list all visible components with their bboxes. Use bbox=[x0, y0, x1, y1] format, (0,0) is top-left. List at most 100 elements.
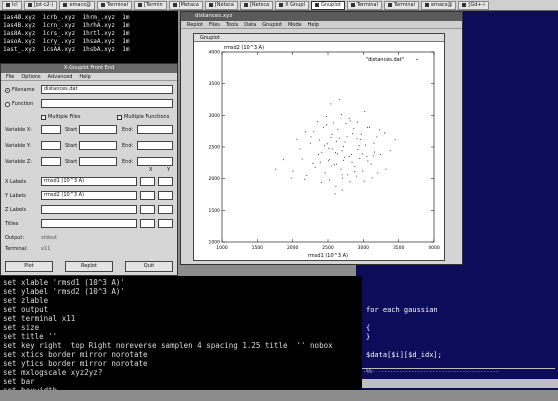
scatter-plot: 1000 1500 2000 2500 3000 3500 4000 1000 1500 2000… bbox=[209, 45, 440, 259]
taskbar-button[interactable]: [jot-c2-) bbox=[23, 0, 58, 10]
data-point bbox=[304, 131, 306, 133]
data-point bbox=[340, 114, 342, 116]
x-labels-y-input[interactable] bbox=[158, 177, 173, 186]
taskbar-button[interactable]: Icl bbox=[2, 0, 22, 10]
variable-y-input[interactable] bbox=[41, 141, 61, 150]
filename-radio[interactable] bbox=[5, 88, 10, 93]
variable-z-end-input[interactable] bbox=[137, 157, 173, 166]
titles-x-input[interactable] bbox=[140, 219, 155, 228]
x-labels-input[interactable]: rmsd1 (10^3 A) bbox=[41, 177, 137, 186]
menu-item[interactable]: Options bbox=[21, 73, 40, 80]
z-labels-x-input[interactable] bbox=[140, 205, 155, 214]
taskbar-button[interactable]: emacs@ bbox=[59, 0, 95, 10]
menu-item[interactable]: Help bbox=[308, 21, 319, 28]
data-point bbox=[312, 162, 314, 165]
function-radio[interactable] bbox=[5, 102, 10, 107]
taskbar-button[interactable]: [Netsca bbox=[204, 0, 238, 10]
taskbar-button-label: emacs@ bbox=[69, 2, 91, 8]
taskbar-button[interactable]: [Metaca bbox=[168, 0, 203, 10]
data-point bbox=[322, 126, 325, 128]
data-point bbox=[370, 163, 372, 165]
data-point bbox=[328, 159, 330, 161]
gnuplot-command-terminal[interactable]: set xlable 'rmsd1 (10^3 A)' set ylabel 'r… bbox=[0, 276, 362, 390]
variable-x-start-input[interactable] bbox=[79, 125, 117, 134]
menu-item[interactable]: Mode bbox=[288, 21, 302, 28]
taskbar-button[interactable]: X Gnupl bbox=[275, 0, 309, 10]
titles-input[interactable] bbox=[41, 219, 137, 228]
y-tick-label: 3000 bbox=[209, 113, 221, 119]
data-point bbox=[366, 155, 368, 158]
output-value[interactable]: stdout bbox=[41, 235, 57, 242]
data-point bbox=[363, 180, 365, 182]
function-input[interactable] bbox=[41, 99, 173, 108]
data-point bbox=[319, 161, 321, 163]
data-point bbox=[296, 138, 298, 140]
column-x-header: X bbox=[149, 167, 153, 173]
legend-marker bbox=[416, 58, 418, 61]
x-labels-x-input[interactable] bbox=[140, 177, 155, 186]
quit-button[interactable]: Quit bbox=[125, 261, 173, 272]
menu-item[interactable]: Replot bbox=[187, 21, 203, 28]
z-labels-y-input[interactable] bbox=[158, 205, 173, 214]
data-point bbox=[333, 122, 335, 124]
variable-x-start-label: Start bbox=[65, 127, 78, 133]
data-point bbox=[329, 179, 331, 181]
editor-line: $data[$i][$d_idx]; bbox=[366, 351, 442, 359]
taskbar-button[interactable]: Terminal bbox=[346, 0, 382, 10]
legend-label: "distances.dat" bbox=[366, 57, 404, 63]
y-labels-y-input[interactable] bbox=[158, 191, 173, 200]
menu-item[interactable]: Tools bbox=[226, 21, 238, 28]
multiple-files-label: Multiple Files bbox=[48, 114, 81, 120]
variable-x-input[interactable] bbox=[41, 125, 61, 134]
data-point bbox=[356, 138, 358, 140]
menu-item[interactable]: Files bbox=[209, 21, 220, 28]
data-point bbox=[344, 156, 346, 158]
taskbar-button-label: Terminal bbox=[393, 2, 416, 8]
menu-item[interactable]: Gnuplot bbox=[262, 21, 282, 28]
menu-item[interactable]: Data bbox=[244, 21, 256, 28]
variable-y-start-input[interactable] bbox=[79, 141, 117, 150]
data-point bbox=[335, 152, 337, 154]
terminal-line: set title '' bbox=[3, 332, 58, 341]
taskbar-button[interactable]: Terminal bbox=[383, 0, 420, 10]
data-point bbox=[335, 140, 338, 142]
multiple-files-checkbox[interactable] bbox=[41, 115, 46, 120]
gnuplot-window[interactable]: distances.xyz Replot Files Tools Data Gnuplo… bbox=[180, 11, 463, 265]
data-point bbox=[301, 158, 303, 160]
variable-z-input[interactable] bbox=[41, 157, 61, 166]
taskbar-button[interactable]: Terminal bbox=[96, 0, 132, 10]
plot-window-title: Gnuplot bbox=[194, 34, 444, 42]
window-icon bbox=[387, 3, 392, 7]
menu-item[interactable]: File bbox=[6, 73, 14, 80]
terminal-value[interactable]: x11 bbox=[41, 246, 50, 253]
y-labels-input[interactable]: rmsd2 (10^3 A) bbox=[41, 191, 137, 200]
taskbar-button[interactable]: [Netsca bbox=[239, 0, 274, 10]
taskbar-button[interactable]: Gnuplot bbox=[310, 0, 345, 10]
file-list-terminal[interactable]: 1as4Ø.xyz 1crb_.xyz 1hrm_.xyz 1m 1as4B.xy… bbox=[0, 11, 178, 63]
menu-item[interactable]: Help bbox=[79, 73, 90, 80]
menu-item[interactable]: Advanced bbox=[48, 73, 73, 80]
data-point bbox=[290, 177, 292, 179]
variable-x-end-input[interactable] bbox=[137, 125, 173, 134]
z-labels-input[interactable] bbox=[41, 205, 137, 214]
replot-button[interactable]: Replot bbox=[65, 261, 113, 272]
taskbar-button[interactable]: emacs@ bbox=[421, 0, 457, 10]
titles-y-input[interactable] bbox=[158, 219, 173, 228]
multiple-functions-checkbox[interactable] bbox=[117, 115, 122, 120]
data-point bbox=[336, 153, 338, 155]
filename-input[interactable]: distances.dat bbox=[41, 85, 173, 94]
y-labels-x-input[interactable] bbox=[140, 191, 155, 200]
editor-status-line: --%%- ----------------------------------… bbox=[360, 368, 555, 376]
taskbar-button[interactable]: [Gd+-i bbox=[458, 0, 489, 10]
dialog-titlebar[interactable]: X-Gnuplot Front End bbox=[1, 64, 177, 73]
variable-y-end-input[interactable] bbox=[137, 141, 173, 150]
variable-z-start-input[interactable] bbox=[79, 157, 117, 166]
data-point bbox=[306, 174, 308, 177]
data-point bbox=[367, 160, 369, 162]
gnuplot-window-titlebar[interactable]: distances.xyz bbox=[181, 12, 462, 21]
gnuplot-frontend-dialog[interactable]: X-Gnuplot Front End File Options Advanced H… bbox=[0, 63, 178, 276]
gnuplot-plot-window[interactable]: Gnuplot 1000 1500 2000 2500 3000 3500 4000 1000… bbox=[193, 33, 445, 261]
plot-button[interactable]: Plot bbox=[5, 261, 53, 272]
data-point bbox=[299, 148, 301, 150]
taskbar-button[interactable]: [Termin bbox=[134, 0, 167, 10]
